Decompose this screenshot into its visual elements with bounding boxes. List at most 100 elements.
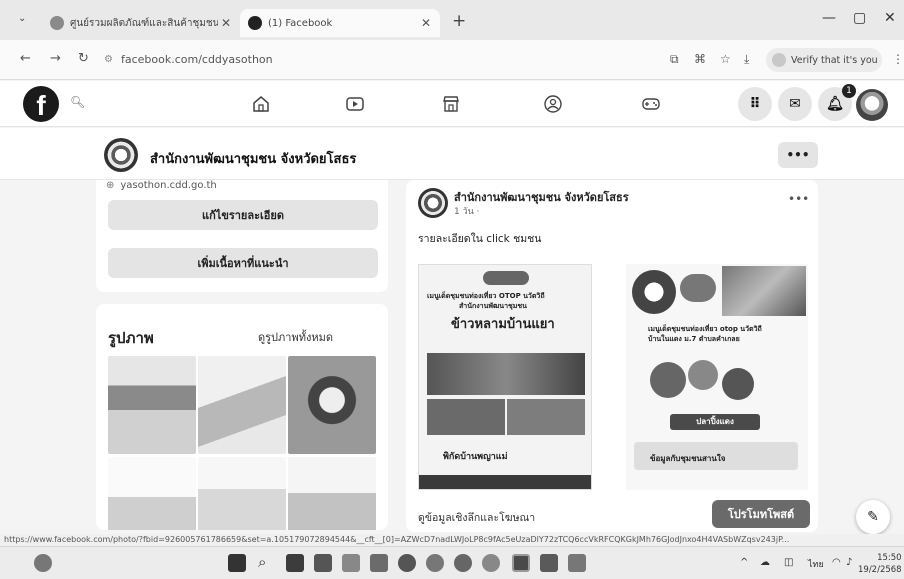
photos-card: รูปภาพ ดูรูปภาพทั้งหมด [96,304,388,530]
maximize-button[interactable]: ▢ [853,10,866,26]
poster2-photo [650,362,686,398]
tab-label: (1) Facebook [268,17,333,29]
chrome-profile-icon[interactable] [482,554,500,572]
groups-icon[interactable] [538,91,568,117]
search-icon[interactable]: ⌕ [258,553,266,571]
tray-app-icon[interactable]: ◫ [784,557,793,568]
file-explorer-icon[interactable] [314,554,332,572]
store-icon[interactable] [370,554,388,572]
chrome-profile-icon[interactable] [454,554,472,572]
site-info-icon[interactable]: ⚙ [104,54,113,65]
photo-thumbnail[interactable] [108,356,196,454]
home-icon[interactable] [246,91,276,117]
left-column: ⊕ yasothon.cdd.go.th แก้ไขรายละเอียด เพิ… [96,180,388,530]
browser-tab-strip: ⌄ ศูนย์รวมผลิตภัณฑ์และสินค้าชุมชน ✕ (1) … [0,0,904,40]
wifi-icon[interactable]: ◠ [832,557,841,568]
bookmark-star-icon[interactable]: ☆ [720,52,731,66]
marketplace-icon[interactable] [436,91,466,117]
close-tab-icon[interactable]: ✕ [418,16,434,30]
compose-icon[interactable]: ✎ [856,500,890,534]
add-featured-button[interactable]: เพิ่มเนื้อหาที่แนะนำ [108,248,378,278]
minimize-button[interactable]: — [822,10,836,26]
facebook-logo-icon[interactable]: f [23,86,59,122]
cloud-icon[interactable]: ☁ [760,557,770,568]
account-avatar[interactable] [856,89,888,121]
photo-thumbnail[interactable] [288,457,376,530]
taskbar-clock[interactable]: 15:50 19/2/2568 [858,552,902,576]
input-language[interactable]: ไทย [808,557,824,571]
tab-label: ศูนย์รวมผลิตภัณฑ์และสินค้าชุมชน [70,17,218,29]
volume-icon[interactable]: ♪ [846,557,852,568]
close-tab-icon[interactable]: ✕ [218,16,234,30]
chat-app-icon[interactable] [512,554,530,572]
gaming-icon[interactable] [636,91,666,117]
forward-button[interactable]: → [50,51,61,66]
post-text: รายละเอียดใน click ชมชน [418,233,542,245]
widgets-icon[interactable] [34,554,52,572]
url-field[interactable]: ⚙ facebook.com/cddyasothon [104,46,634,72]
download-icon[interactable]: ⤓ [744,52,749,67]
community-logo [632,270,676,314]
photo-thumbnail[interactable] [198,356,286,454]
edge-icon[interactable] [398,554,416,572]
poster1-photo [427,399,505,435]
insights-link[interactable]: ดูข้อมูลเชิงลึกและโฆษณา [418,509,535,526]
page-logo[interactable] [104,138,138,172]
site-favicon-icon [50,16,64,30]
messenger-icon[interactable]: ✉ [778,87,812,121]
back-button[interactable]: ← [20,51,31,66]
poster1-footer: พิกัดบ้านพญาแม่ [443,452,508,462]
post-image-2[interactable]: เมนูเด็ดชุมชนท่องเที่ยว otop นวัตวิถี บ้… [626,264,808,490]
reload-button[interactable]: ↻ [78,51,89,66]
poster2-photo [722,266,806,316]
post-image-1[interactable]: เมนูเด็ดชุมชนท่องเที่ยว OTOP นวัตวิถี สำ… [418,264,592,490]
windows-taskbar: ⌕ ^ ☁ ◫ ไทย ◠ ♪ 15:50 19/2/2568 [0,546,904,579]
poster1-photo [427,353,585,395]
tab-search-icon[interactable]: ⌄ [18,13,26,24]
status-url: https://www.facebook.com/photo/?fbid=926… [0,534,904,546]
website-link[interactable]: yasothon.cdd.go.th [120,180,216,191]
page-more-button[interactable]: ••• [778,142,818,168]
photo-thumbnail[interactable] [288,356,376,454]
clock-time: 15:50 [877,553,902,563]
install-app-icon[interactable]: ⧉ [670,52,679,67]
menu-grid-icon[interactable]: ⠿ [738,87,772,121]
edit-details-button[interactable]: แก้ไขรายละเอียด [108,200,378,230]
tab-community-products[interactable]: ศูนย์รวมผลิตภัณฑ์และสินค้าชุมชน ✕ [50,9,240,37]
post-timestamp[interactable]: 1 วัน · [454,204,480,218]
photo-thumbnail[interactable] [198,457,286,530]
poster1-footer-bar [419,475,591,489]
profile-icon [772,53,786,67]
post-author-avatar[interactable] [418,188,448,218]
app-icon[interactable] [568,554,586,572]
browser-menu-icon[interactable]: ⋮ [892,52,904,66]
new-tab-button[interactable]: + [452,11,466,31]
promote-post-button[interactable]: โปรโมทโพสต์ [712,500,810,528]
chrome-icon[interactable] [426,554,444,572]
tab-facebook[interactable]: (1) Facebook ✕ [240,9,440,37]
translate-icon[interactable]: ⌘ [694,52,706,66]
start-icon[interactable] [228,554,246,572]
photos-heading: รูปภาพ [108,329,154,347]
otop-logo [483,271,529,285]
photo-thumbnail[interactable] [108,457,196,530]
search-icon[interactable]: 🔍︎ [70,95,85,109]
task-view-icon[interactable] [286,554,304,572]
post-options-button[interactable]: ••• [788,192,809,206]
video-icon[interactable] [340,91,370,117]
post-author-name[interactable]: สำนักงานพัฒนาชุมชน จังหวัดยโสธร [454,188,629,206]
poster1-line2: สำนักงานพัฒนาชุมชน [459,302,527,310]
verify-profile-button[interactable]: Verify that it's you [766,48,882,72]
see-all-photos-link[interactable]: ดูรูปภาพทั้งหมด [258,328,333,346]
poster2-label: ปลาปิ้งแดง [670,414,760,430]
intro-card: ⊕ yasothon.cdd.go.th แก้ไขรายละเอียด เพิ… [96,180,388,292]
page-name[interactable]: สำนักงานพัฒนาชุมชน จังหวัดยโสธร [150,148,356,169]
poster2-line2: บ้านในแดง ม.7 ตำบลคำเกลย [648,335,740,343]
notification-badge: 1 [842,84,856,98]
globe-icon: ⊕ [106,180,115,191]
app-icon[interactable] [342,554,360,572]
tray-overflow-icon[interactable]: ^ [740,557,748,568]
page-header: สำนักงานพัฒนาชุมชน จังหวัดยโสธร ••• [0,128,904,180]
app-icon[interactable] [540,554,558,572]
close-window-button[interactable]: ✕ [884,10,896,26]
